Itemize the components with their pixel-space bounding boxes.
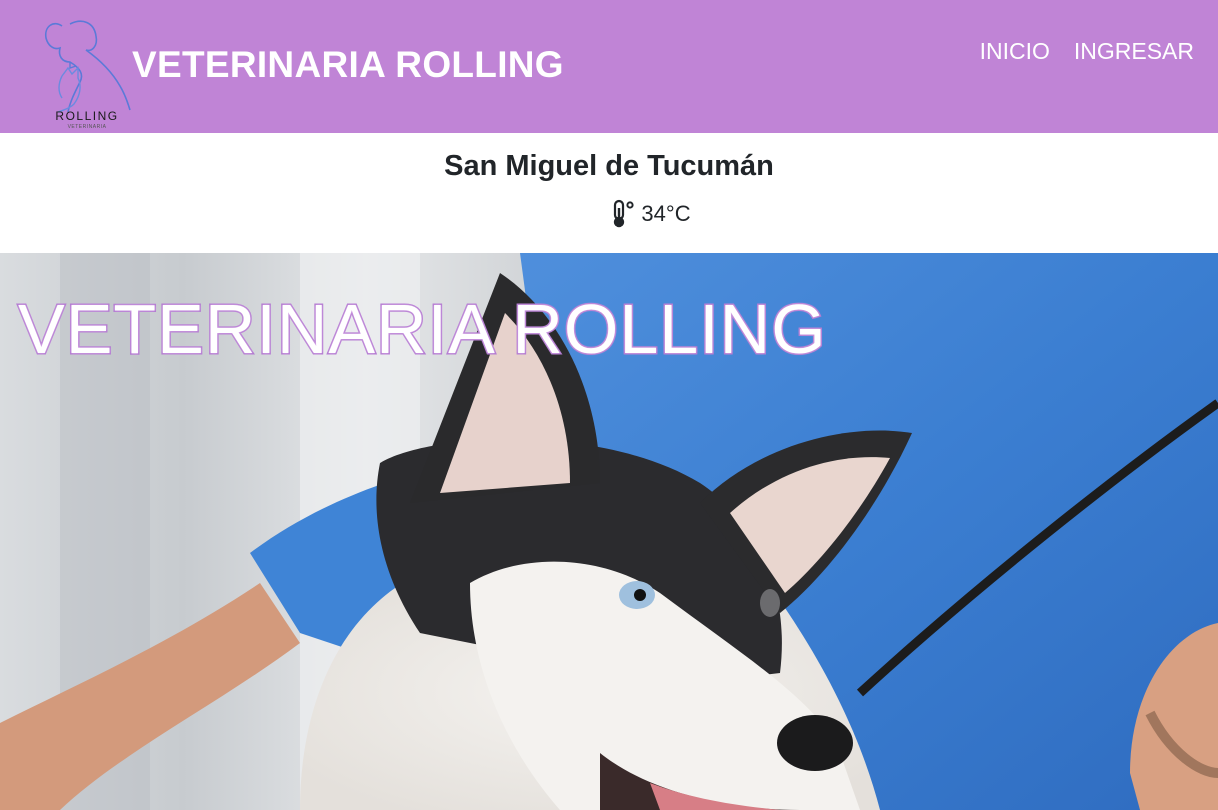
dog-cat-logo-icon: ROLLING VETERINARIA	[44, 20, 131, 130]
brand-title[interactable]: VETERINARIA ROLLING	[132, 44, 564, 86]
thermometer-icon	[614, 199, 635, 228]
nav-link-ingresar[interactable]: INGRESAR	[1074, 38, 1194, 65]
hero-banner: VETERINARIA ROLLING	[0, 253, 1218, 810]
svg-text:ROLLING: ROLLING	[55, 109, 118, 123]
city-name: San Miguel de Tucumán	[444, 150, 774, 182]
nav-links: INICIO INGRESAR	[980, 38, 1194, 65]
temperature-row: 34°C	[0, 199, 1218, 229]
weather-panel: San Miguel de Tucumán 34°C	[0, 133, 1218, 253]
navbar: ROLLING VETERINARIA VETERINARIA ROLLING …	[0, 0, 1218, 133]
logo[interactable]: ROLLING VETERINARIA	[40, 16, 134, 132]
hero-title: VETERINARIA ROLLING	[17, 289, 828, 370]
temperature-value: 34°C	[641, 201, 691, 226]
nav-link-inicio[interactable]: INICIO	[980, 38, 1050, 65]
svg-text:VETERINARIA: VETERINARIA	[68, 124, 107, 130]
